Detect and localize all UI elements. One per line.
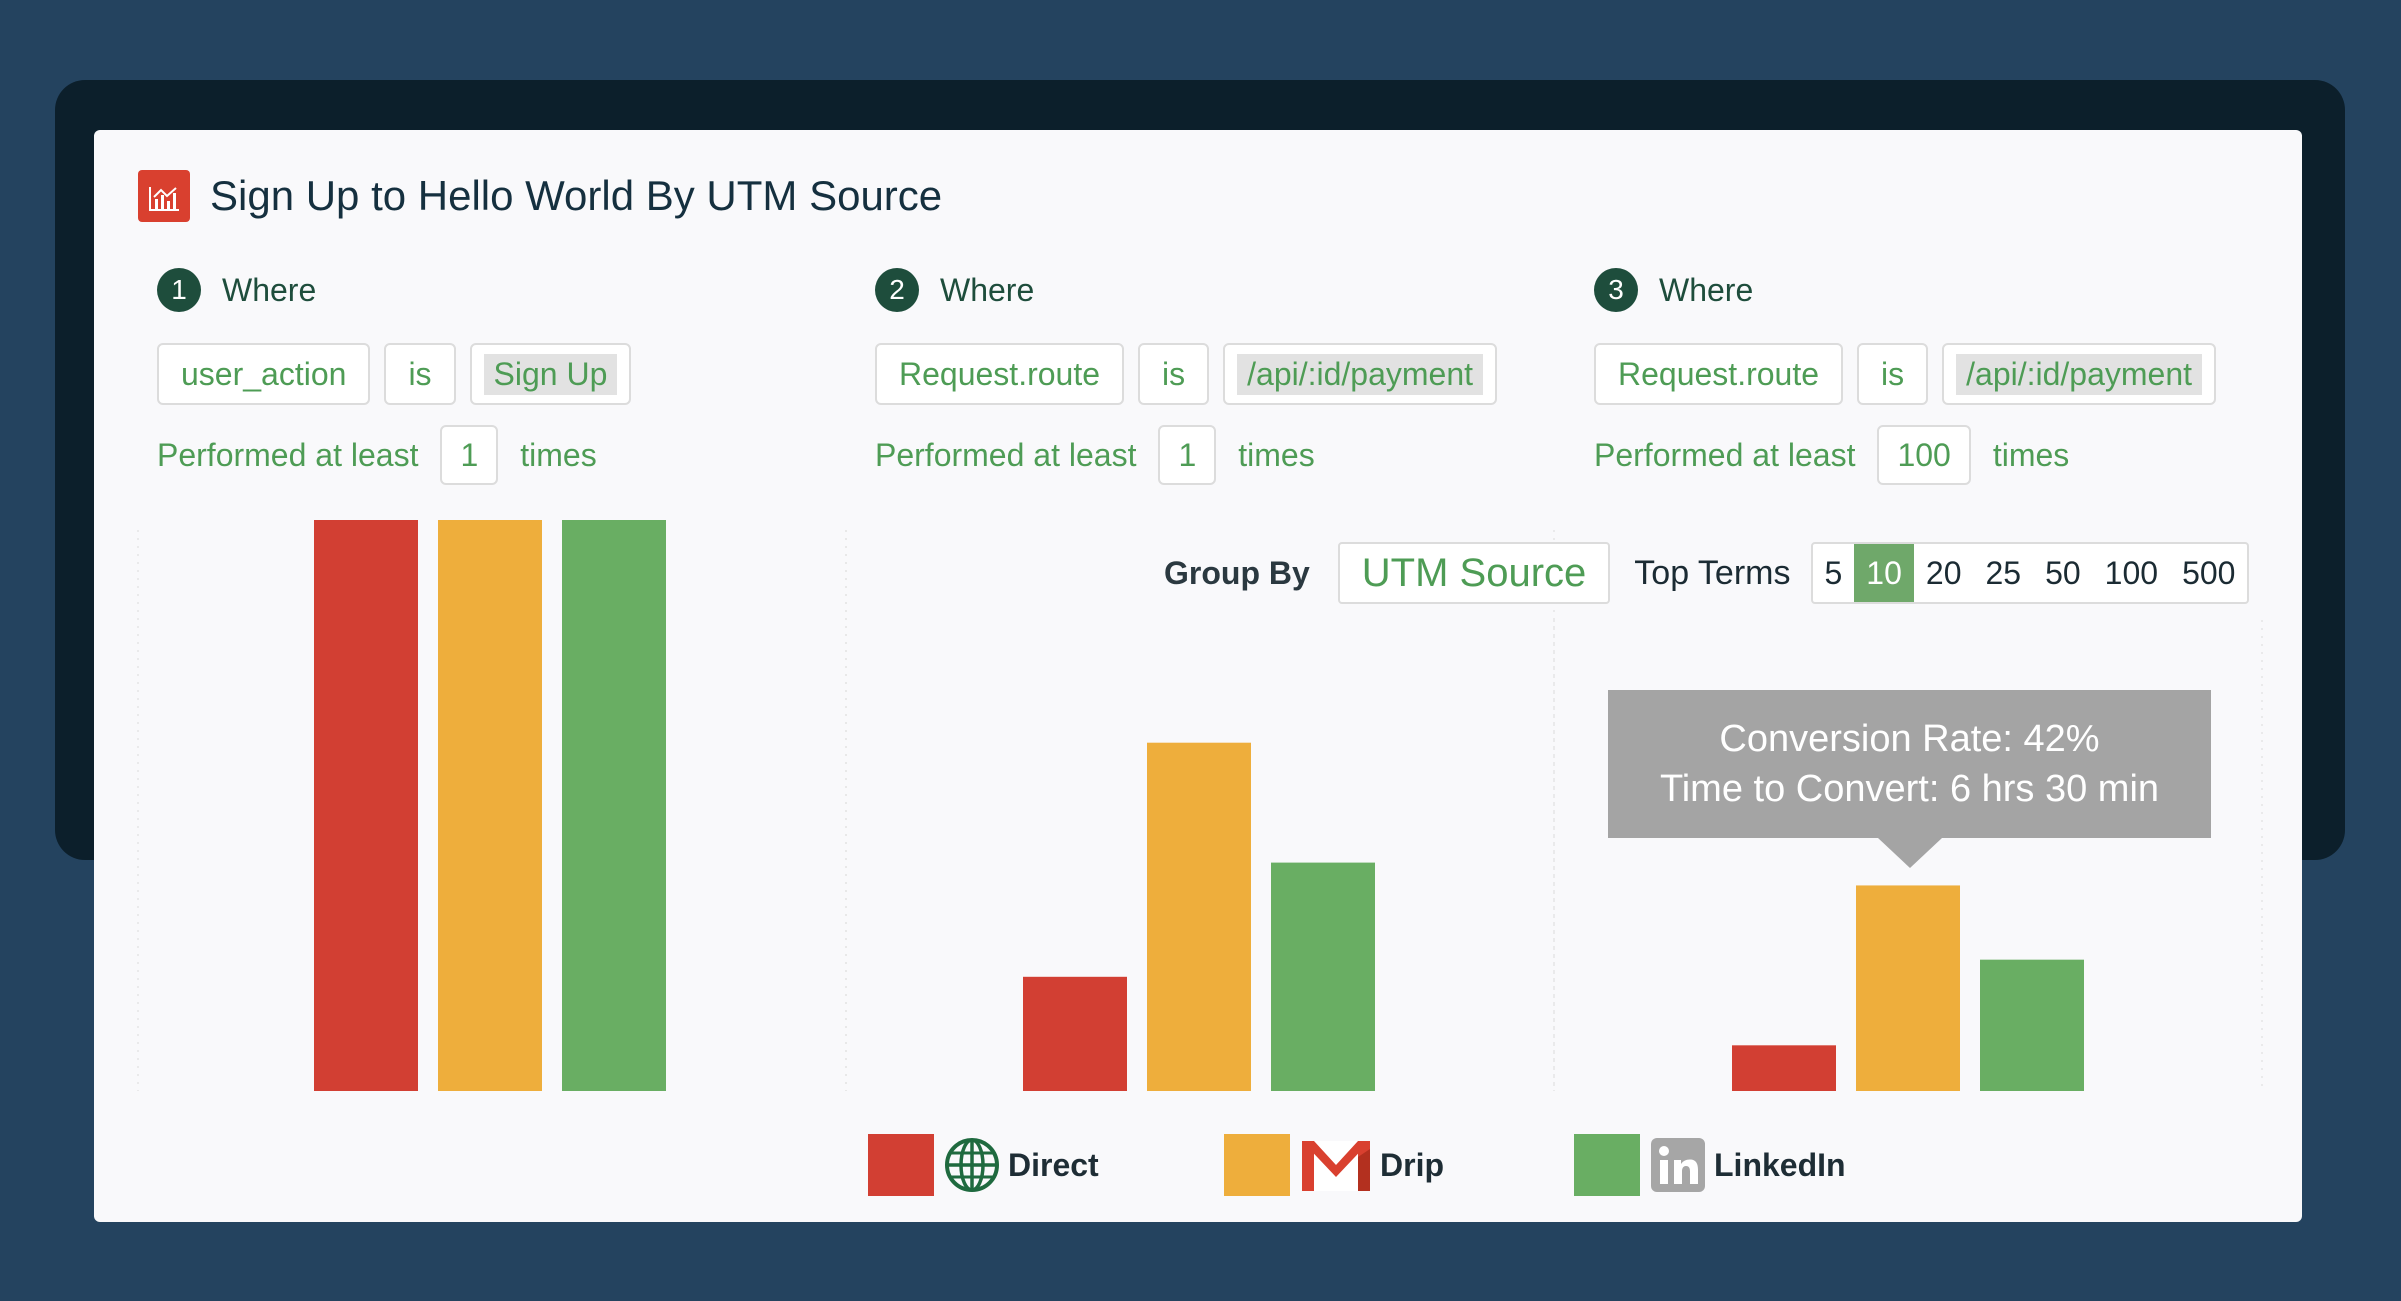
bar-direct-step-1[interactable] [314,520,418,1091]
chart-legend: Direct Drip LinkedIn [774,1132,1974,1198]
bar-linkedin-step-1[interactable] [562,520,666,1091]
bar-direct-step-3[interactable] [1732,1045,1836,1091]
top-terms-option[interactable]: 20 [1914,544,1974,602]
legend-item-drip[interactable]: Drip [1224,1132,1444,1198]
bar-drip-step-3[interactable] [1856,885,1960,1091]
bar-tooltip: Conversion Rate: 42% Time to Convert: 6 … [1608,690,2211,868]
tooltip-conversion-rate: Conversion Rate: 42% [1719,718,2100,760]
legend-item-linkedin[interactable]: LinkedIn [1574,1132,1846,1198]
tooltip-arrow [1877,838,1942,868]
bar-direct-step-2[interactable] [1023,976,1127,1091]
top-terms-option[interactable]: 50 [2033,544,2093,602]
top-terms-option[interactable]: 10 [1854,544,1914,602]
tooltip-time-to-convert: Time to Convert: 6 hrs 30 min [1659,768,2160,810]
gmail-icon [1300,1137,1372,1193]
linkedin-icon [1650,1137,1706,1193]
legend-label: LinkedIn [1714,1146,1846,1183]
group-by-controls: Group By UTM Source Top Terms 5 10 20 25 50 1… [1164,542,2250,604]
legend-swatch [1574,1134,1640,1196]
top-terms-selector: 5 10 20 25 50 100 500 [1810,542,2250,604]
globe-icon [944,1137,1000,1193]
bar-drip-step-1[interactable] [438,520,542,1091]
legend-swatch [1224,1134,1290,1196]
top-terms-option[interactable]: 5 [1813,544,1855,602]
bar-linkedin-step-3[interactable] [1980,959,2084,1091]
bar-linkedin-step-2[interactable] [1271,862,1375,1091]
legend-label: Direct [1008,1146,1099,1183]
group-by-label: Group By [1164,554,1310,591]
funnel-bar-chart [137,520,2263,1091]
funnel-card: Sign Up to Hello World By UTM Source 1 W… [94,130,2302,1222]
bar-drip-step-2[interactable] [1147,742,1251,1091]
legend-item-direct[interactable]: Direct [868,1132,1099,1198]
legend-swatch [868,1134,934,1196]
top-terms-label: Top Terms [1634,553,1791,592]
legend-label: Drip [1380,1146,1444,1183]
group-by-select[interactable]: UTM Source [1337,542,1611,604]
top-terms-option[interactable]: 500 [2170,544,2247,602]
top-terms-option[interactable]: 25 [1973,544,2033,602]
top-terms-option[interactable]: 100 [2093,544,2170,602]
